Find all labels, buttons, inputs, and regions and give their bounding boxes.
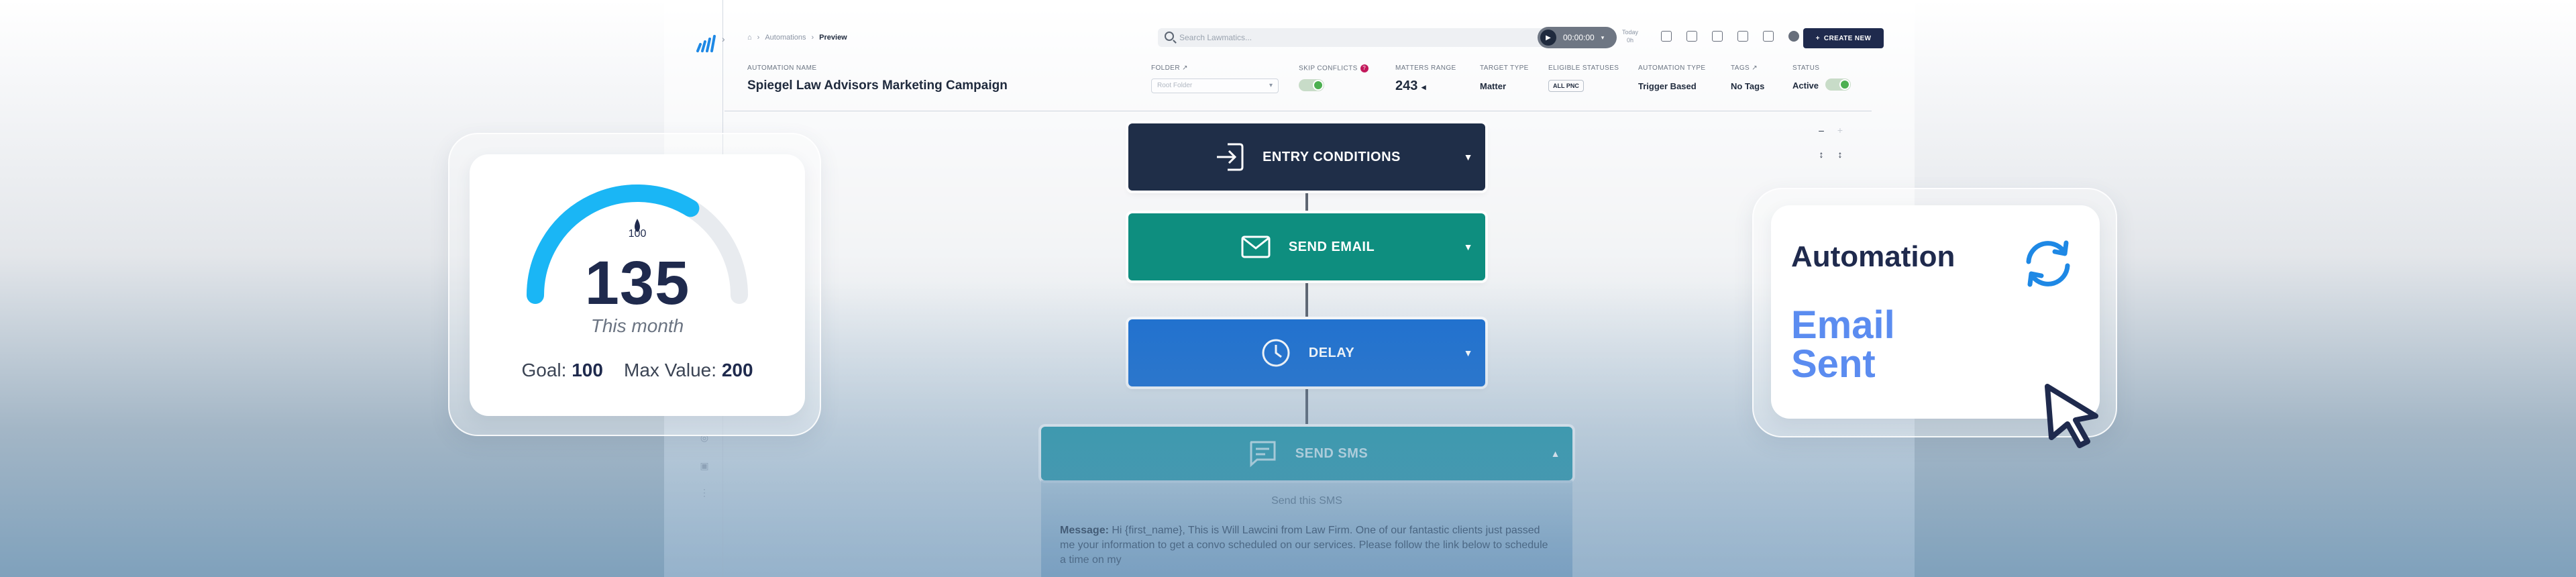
help-icon: ?: [1360, 64, 1368, 72]
status-field: STATUS Active: [1792, 64, 1851, 91]
plus-icon: +: [1815, 34, 1820, 42]
sms-message: Message: Hi {first_name}, This is Will L…: [1060, 525, 1548, 566]
timer-value: 00:00:00: [1563, 33, 1595, 42]
tags-value[interactable]: No Tags: [1731, 81, 1764, 91]
send-sms-node[interactable]: SEND SMS ▲: [1041, 427, 1572, 480]
automation-type-value: Trigger Based: [1638, 81, 1697, 91]
skip-conflicts-field: SKIP CONFLICTS?: [1299, 64, 1368, 91]
search-placeholder: Search Lawmatics...: [1179, 33, 1252, 42]
folder-field: FOLDER ↗ Root Folder: [1151, 64, 1279, 93]
today-hours: Today 0h: [1622, 29, 1639, 44]
rail-expand-icon[interactable]: ›: [722, 34, 725, 44]
skip-conflicts-toggle[interactable]: [1299, 79, 1324, 91]
home-icon[interactable]: ⌂: [747, 34, 752, 42]
time-tracker[interactable]: ▶ 00:00:00 ▾: [1538, 27, 1617, 48]
chat-icon: [1250, 441, 1276, 468]
send-email-node[interactable]: SEND EMAIL ▼: [1128, 213, 1485, 280]
status-value: Active: [1792, 80, 1819, 91]
automation-header: AUTOMATION NAME Spiegel Law Advisors Mar…: [738, 64, 1872, 110]
rail-list-icon[interactable]: ⋮: [698, 487, 711, 501]
breadcrumb-item-automations[interactable]: Automations: [765, 34, 806, 42]
connector-line: [1305, 193, 1308, 211]
connector-line: [1305, 389, 1308, 424]
create-new-button[interactable]: + CREATE NEW: [1803, 28, 1884, 48]
cursor-pointer-icon: [2045, 384, 2098, 448]
gauge-period: This month: [590, 315, 684, 336]
caret-up-icon[interactable]: ▲: [1551, 448, 1560, 459]
automation-name[interactable]: Spiegel Law Advisors Marketing Campaign: [747, 78, 1008, 93]
gauge-marker-label: 100: [628, 228, 647, 240]
entry-icon: [1217, 143, 1244, 171]
top-bar: ⌂ › Automations › Preview Search Lawmati…: [738, 25, 1884, 50]
zoom-in-button[interactable]: +: [1833, 123, 1847, 138]
play-icon[interactable]: ▶: [1540, 30, 1556, 46]
chevron-left-icon[interactable]: ◂: [1421, 82, 1426, 92]
chevron-down-icon[interactable]: ▾: [1601, 34, 1605, 42]
target-type-value: Matter: [1480, 81, 1507, 91]
rail-calendar-icon[interactable]: ▣: [698, 460, 711, 474]
status-chip: ALL PNC: [1548, 80, 1584, 92]
node-label: SEND EMAIL: [1288, 239, 1375, 254]
sync-icon: [2026, 240, 2070, 287]
calendar-icon[interactable]: [1686, 31, 1697, 42]
status-toggle[interactable]: [1825, 78, 1851, 91]
toolbar-icons: [1661, 31, 1799, 42]
folder-select[interactable]: Root Folder: [1151, 78, 1279, 93]
node-label: ENTRY CONDITIONS: [1263, 149, 1401, 164]
gauge-card: 100 135 This month Goal: 100 Max Value: …: [470, 154, 805, 416]
eligible-statuses-field: ELIGIBLE STATUSES ALL PNC: [1548, 64, 1619, 92]
tags-field: TAGS ↗ No Tags: [1731, 64, 1765, 91]
node-label: SEND SMS: [1295, 445, 1368, 461]
info-icon[interactable]: [1788, 31, 1799, 42]
clock-icon: [1262, 339, 1290, 367]
breadcrumb-current: Preview: [819, 34, 847, 42]
expand-vertical-icon[interactable]: ↕: [1814, 148, 1829, 162]
sms-panel-title: Send this SMS: [1271, 495, 1342, 507]
max-value: 200: [721, 360, 753, 380]
phone-icon[interactable]: [1712, 31, 1723, 42]
goal-value: 100: [572, 360, 603, 380]
entry-conditions-node[interactable]: ENTRY CONDITIONS ▼: [1128, 123, 1485, 191]
connector-line: [1305, 283, 1308, 317]
gauge-value: 135: [584, 249, 690, 317]
caret-down-icon[interactable]: ▼: [1464, 242, 1473, 252]
automation-name-field: AUTOMATION NAME Spiegel Law Advisors Mar…: [747, 64, 1008, 93]
target-type-field: TARGET TYPE Matter: [1480, 64, 1529, 91]
automation-card-subtitle: Email Sent: [1791, 303, 1895, 386]
envelope-icon: [1241, 235, 1271, 258]
automation-type-field: AUTOMATION TYPE Trigger Based: [1638, 64, 1706, 91]
sms-panel: Send this SMS Message: Hi {first_name}, …: [1041, 480, 1572, 577]
node-label: DELAY: [1308, 345, 1355, 360]
search-input[interactable]: Search Lawmatics...: [1158, 28, 1547, 47]
caret-down-icon[interactable]: ▼: [1464, 152, 1473, 162]
collapse-vertical-icon[interactable]: ↕: [1833, 148, 1847, 162]
breadcrumb: ⌂ › Automations › Preview: [747, 34, 847, 42]
automation-card-title: Automation: [1791, 240, 1955, 273]
delay-node[interactable]: DELAY ▼: [1128, 319, 1485, 386]
caret-down-icon[interactable]: ▼: [1464, 348, 1473, 358]
matters-range-field: MATTERS RANGE 243 ◂: [1395, 64, 1456, 93]
clipboard-icon[interactable]: [1737, 31, 1748, 42]
logo-icon[interactable]: [695, 32, 718, 55]
mail-icon[interactable]: [1661, 31, 1672, 42]
zoom-out-button[interactable]: –: [1814, 123, 1829, 138]
gauge-goal-row: Goal: 100 Max Value: 200: [521, 360, 753, 380]
message-icon[interactable]: [1763, 31, 1774, 42]
search-icon: [1165, 32, 1174, 41]
matters-range-value: 243: [1395, 78, 1418, 93]
